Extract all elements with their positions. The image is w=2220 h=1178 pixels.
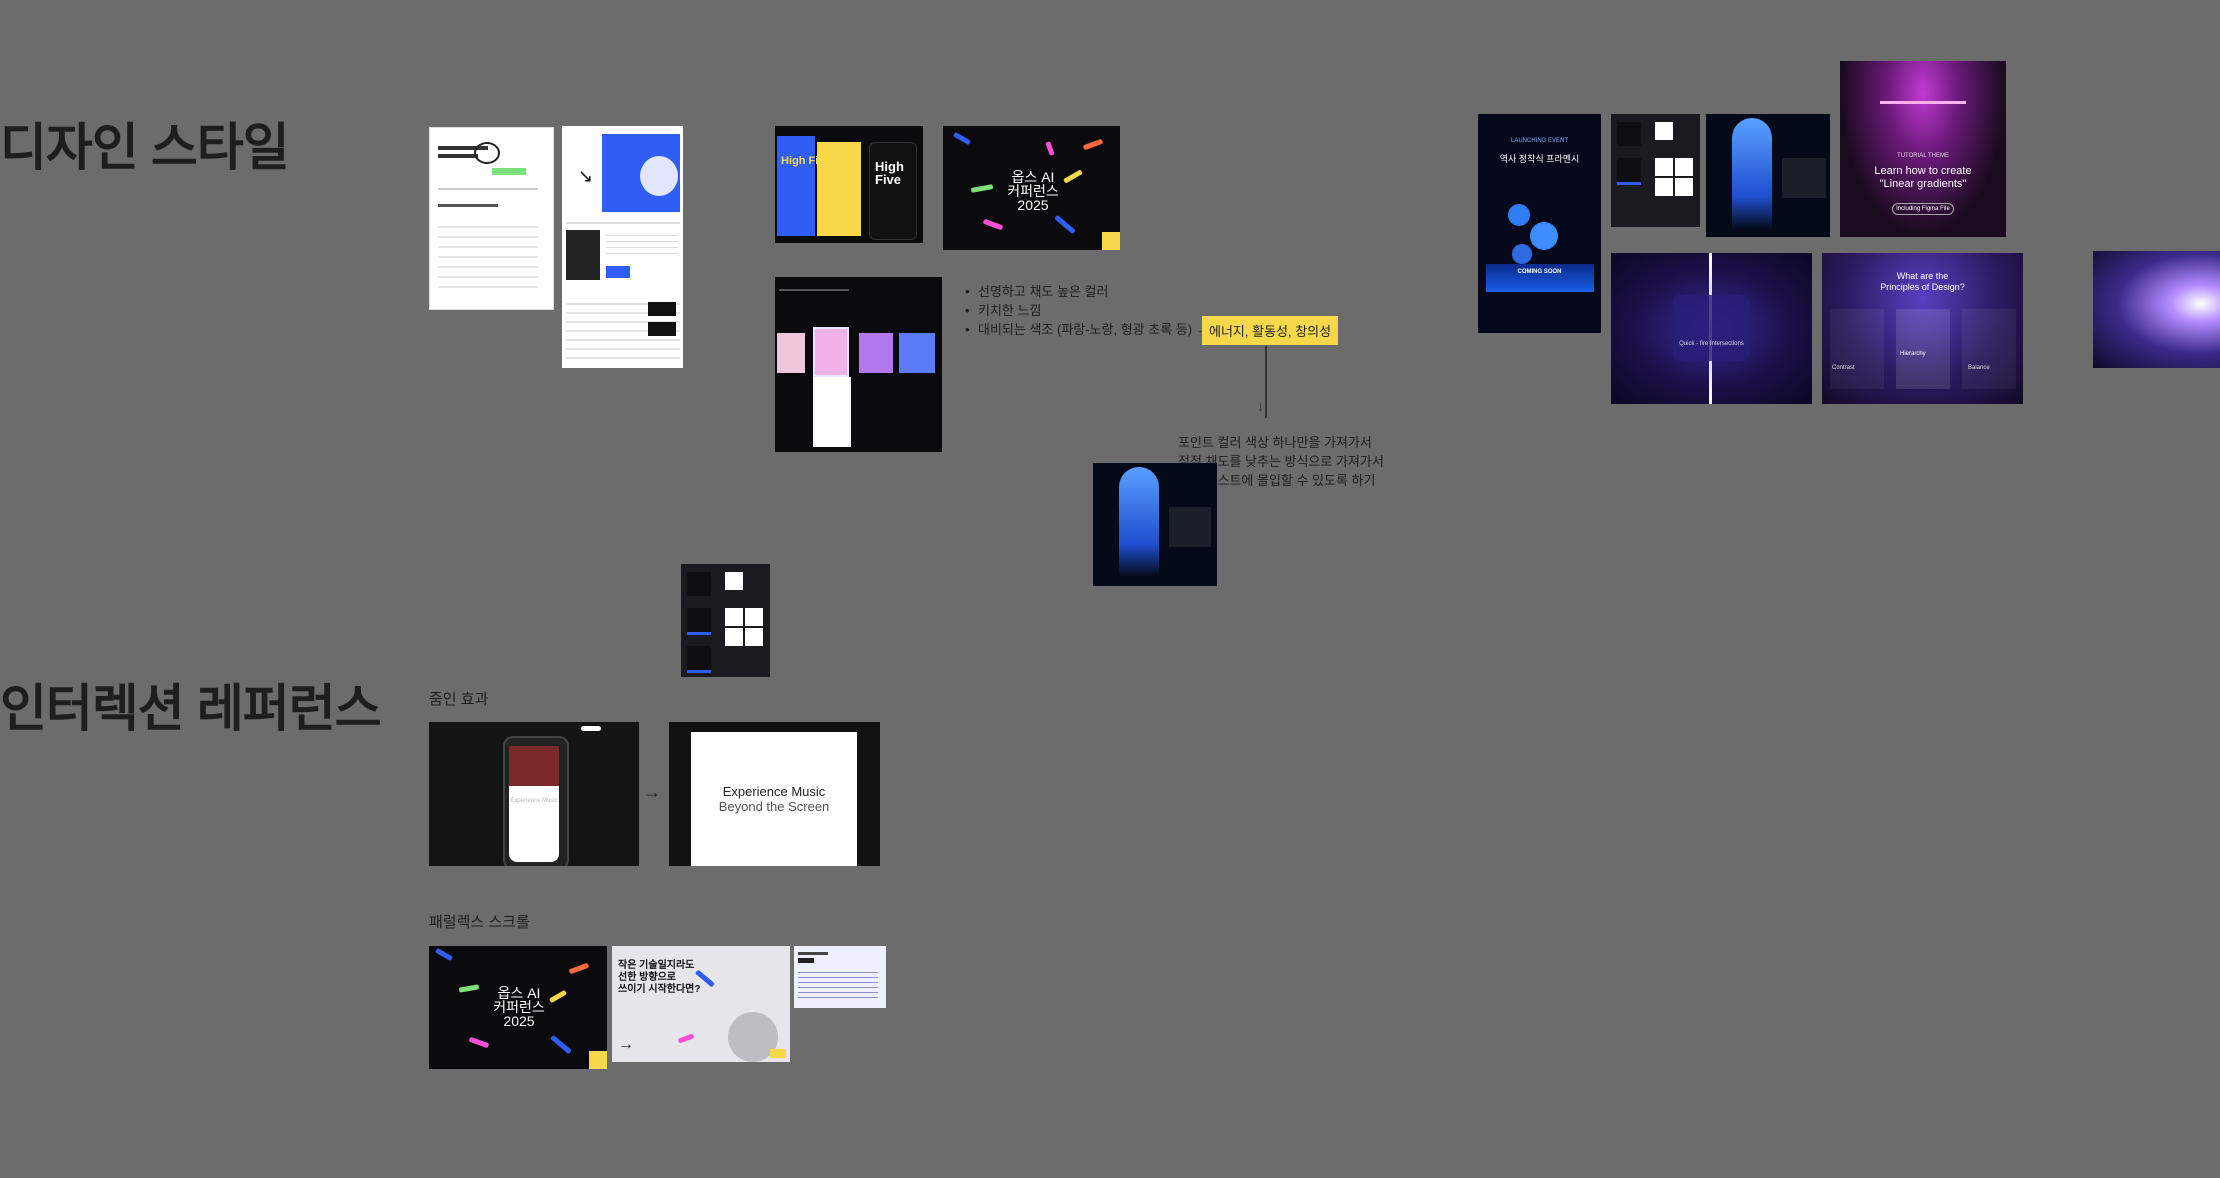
note-bullet-3: 대비되는 색조 (파랑-노랑, 형광 초록 등) →	[965, 320, 1209, 339]
label-parallax-scroll: 패럴렉스 스크롤	[429, 914, 530, 931]
promo-title: 역사 정착식 프라멘시	[1499, 154, 1580, 164]
section-title-interaction-reference: 인터렉션 레퍼런스	[0, 680, 382, 737]
thumb-zoom-before[interactable]: Experience Music	[429, 722, 639, 866]
contrast-label: Contrast	[1832, 365, 1855, 371]
thumb-dark-icon-grid[interactable]	[681, 564, 770, 677]
tutorial-label: TUTORIAL THEME	[1897, 153, 1949, 159]
linear-figma-button[interactable]: Including Figma File	[1892, 203, 1954, 215]
experience-title-line2: Beyond the Screen	[718, 799, 830, 814]
arrow-down-head: ↓	[1257, 398, 1264, 414]
arrow-right-icon: →	[643, 782, 661, 802]
thumb-linear-gradients-tutorial[interactable]: TUTORIAL THEME Learn how to create "Line…	[1840, 61, 2006, 237]
ai-conf-title-line1: 옵스 AI	[1011, 169, 1055, 185]
thumb-parallax-ai-conference[interactable]: 옵스 AI 커퍼런스 2025	[429, 946, 607, 1069]
parallax-arrow-right-icon: →	[618, 1036, 634, 1053]
parallax-ai-title-line2: 커퍼런스	[493, 999, 545, 1015]
note-bullet-1: 선명하고 채도 높은 컬러	[965, 282, 1209, 301]
thumb-purple-glow[interactable]	[2093, 251, 2220, 368]
thumb-high-five-app[interactable]: High Five High Five	[775, 126, 923, 243]
thumb-blue-light-beam[interactable]	[1093, 463, 1217, 586]
section-title-design-style: 디자인 스타일	[0, 119, 290, 176]
balance-label: Balance	[1968, 365, 1990, 371]
thumb-blue-light-beam-large[interactable]	[1706, 114, 1830, 237]
principles-title-line1: What are the	[1896, 271, 1949, 281]
ai-conf-year: 2025	[1017, 197, 1049, 213]
note-line-1: 포인트 컬러 색상 하나만을 가져가서	[1178, 435, 1372, 450]
note-bullet-2: 키치한 느낌	[965, 301, 1209, 320]
thumb-quick-fire-intersections[interactable]: Quick - fire Intersections	[1611, 253, 1812, 404]
small-tech-line3: 쓰이기 시작한다면?	[618, 984, 701, 995]
linear-title-line1: Learn how to create	[1874, 165, 1972, 177]
thumb-calendar-cards[interactable]	[775, 277, 942, 452]
thumb-zoom-after[interactable]: Experience Music Beyond the Screen	[669, 722, 880, 866]
experience-faint-text: Experience Music	[510, 798, 558, 804]
thumb-blue-poster-page[interactable]: ↘	[562, 126, 683, 368]
design-notes-list: 선명하고 채도 높은 컬러 키치한 느낌 대비되는 색조 (파랑-노랑, 형광 …	[965, 282, 1209, 339]
keyword-chip: 에너지, 활동성, 창의성	[1202, 316, 1339, 345]
coming-soon-text: COMING SOON	[1517, 269, 1562, 275]
parallax-ai-title-line1: 옵스 AI	[497, 985, 541, 1001]
thumb-parallax-small-tech[interactable]: 작은 기술일지라도 선한 방향으로 쓰이기 시작한다면? →	[612, 946, 790, 1062]
small-tech-line1: 작은 기술일지라도	[618, 960, 695, 971]
thumb-survey-page[interactable]	[429, 127, 554, 310]
thumb-dark-icon-grid-2[interactable]	[1611, 114, 1700, 227]
arrow-down-right-icon: ↘	[578, 166, 594, 186]
experience-title-line1: Experience Music	[722, 784, 826, 799]
linear-title-line2: "Linear gradients"	[1879, 178, 1967, 190]
thumb-parallax-chat-card[interactable]	[794, 946, 886, 1008]
label-zoom-in: 줌인 효과	[429, 691, 489, 708]
arrow-down-icon	[1265, 346, 1267, 418]
small-tech-line2: 선한 방향으로	[618, 972, 676, 983]
high-five-text-2: High Five	[875, 159, 904, 187]
thumb-launching-event[interactable]: LAUNCHING EVENT 역사 정착식 프라멘시 COMING SOON	[1478, 114, 1601, 333]
parallax-ai-year: 2025	[503, 1013, 535, 1029]
principles-title-line2: Principles of Design?	[1880, 282, 1965, 292]
thumb-ai-conference-2025[interactable]: 옵스 AI 커퍼런스 2025	[943, 126, 1120, 250]
ai-conf-title-line2: 커퍼런스	[1007, 183, 1059, 199]
quick-intersections-label: Quick - fire Intersections	[1679, 341, 1744, 347]
hierarchy-label: Hierarchy	[1900, 351, 1926, 357]
launching-title: LAUNCHING EVENT	[1510, 138, 1568, 144]
thumb-principles-of-design[interactable]: What are the Principles of Design? Contr…	[1822, 253, 2023, 404]
